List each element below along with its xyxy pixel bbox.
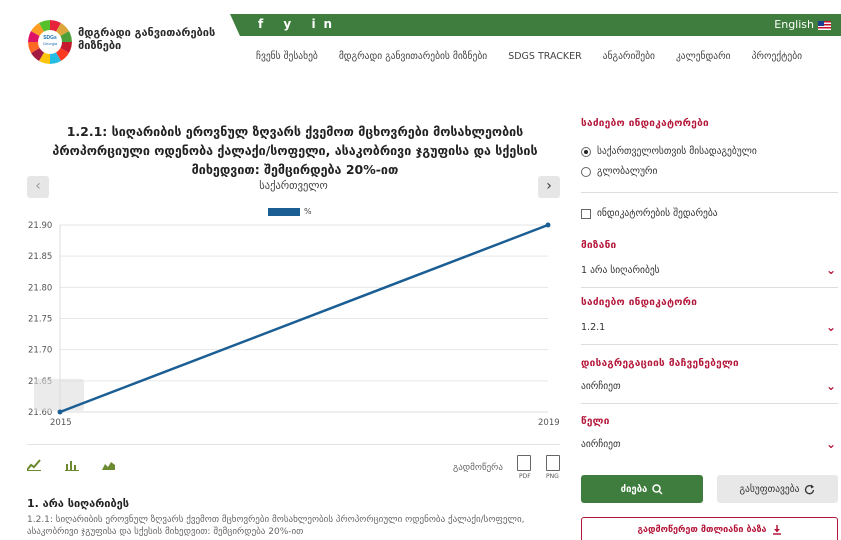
y-tick-label: 21.90 — [28, 221, 52, 231]
indicator-select-value: 1.2.1 — [581, 322, 606, 333]
search-button[interactable]: ძიება — [581, 475, 703, 503]
y-tick-label: 21.80 — [28, 283, 52, 293]
disaggregation-select-value: აირჩიეთ — [581, 381, 621, 392]
download-icon — [772, 525, 781, 535]
disaggregation-select-underline — [581, 403, 838, 404]
disaggregation-heading: დისაგრეგაციის მაჩვენებელი — [581, 358, 739, 369]
chevron-down-icon: ⌄ — [825, 320, 836, 334]
download-button-label: გადმოწერეთ მთლიანი ბაზა — [637, 525, 767, 535]
country-label: საქართველო — [259, 180, 328, 192]
nav-item-about[interactable]: ჩვენს შესახებ — [256, 51, 318, 62]
y-tick-label: 21.75 — [28, 315, 52, 325]
next-country-button[interactable]: › — [538, 176, 560, 198]
pdf-file-icon[interactable] — [517, 455, 531, 471]
org-name-line2: მიზნები — [78, 39, 122, 52]
sdg-logo[interactable]: SDGs Georgia — [28, 20, 72, 64]
png-label: PNG — [546, 473, 559, 480]
search-icon — [652, 483, 663, 495]
chart-divider — [27, 444, 560, 445]
x-tick-label: 2019 — [538, 418, 560, 428]
chevron-down-icon: ⌄ — [825, 437, 836, 451]
chevron-right-icon: › — [546, 178, 552, 194]
line-chart: 21.6021.6521.7021.7521.8021.8521.9020152… — [28, 221, 560, 428]
goal-select-value: 1 არა სიღარიბეს — [581, 265, 660, 276]
y-tick-label: 21.85 — [28, 252, 52, 262]
radio-national[interactable]: საქართველოსთვის მისადაგებული — [581, 146, 757, 157]
search-sidebar: საძიებო ინდიკატორები საქართველოსთვის მის… — [581, 0, 838, 540]
year-select[interactable]: აირჩიეთ ⌄ — [581, 436, 838, 456]
sdg-wheel-icon: SDGs Georgia — [28, 20, 72, 64]
twitter-icon[interactable]: y — [283, 17, 299, 31]
indicator-description: 1.2.1: სიღარიბის ეროვნულ ზღვარს ქვემოთ მ… — [27, 515, 525, 537]
disaggregation-select[interactable]: აირჩიეთ ⌄ — [581, 378, 838, 404]
country-selector: ‹ საქართველო › — [27, 176, 560, 198]
chart-toolbar: გადმოწერა PDF PNG — [27, 455, 560, 485]
goal-select-underline — [581, 287, 838, 288]
radio-global-label: გლობალური — [597, 166, 658, 177]
search-button-label: ძიება — [620, 483, 648, 495]
nav-item-goals[interactable]: მდგრადი განვითარების მიზნები — [339, 51, 487, 62]
goal-select[interactable]: 1 არა სიღარიბეს ⌄ — [581, 262, 838, 288]
area-chart-icon[interactable] — [102, 459, 116, 471]
download-database-button[interactable]: გადმოწერეთ მთლიანი ბაზა — [581, 517, 838, 540]
facebook-icon[interactable]: f — [258, 17, 271, 31]
nav-item-tracker[interactable]: SDGS TRACKER — [508, 51, 582, 62]
reset-icon — [805, 484, 815, 494]
compare-label: ინდიკატორების შედარება — [597, 208, 718, 219]
linkedin-icon[interactable]: in — [311, 17, 340, 31]
compare-checkbox[interactable]: ინდიკატორების შედარება — [581, 208, 718, 219]
social-links: f y in — [258, 17, 340, 31]
indicator-select-underline — [581, 344, 838, 345]
data-point — [57, 409, 63, 415]
indicator-title: 1.2.1: სიღარიბის ეროვნულ ზღვარს ქვემოთ მ… — [52, 124, 538, 177]
export-label: გადმოწერა — [453, 463, 503, 473]
checkbox-icon — [581, 208, 591, 219]
svg-text:Georgia: Georgia — [43, 41, 58, 46]
indicator-heading: საძიებო ინდიკატორი — [581, 297, 698, 308]
x-tick-label: 2015 — [50, 418, 72, 428]
chevron-down-icon: ⌄ — [825, 379, 836, 393]
indicator-select[interactable]: 1.2.1 ⌄ — [581, 319, 838, 345]
line-chart-icon[interactable] — [27, 459, 41, 471]
year-heading: წელი — [581, 416, 610, 427]
radio-global[interactable]: გლობალური — [581, 166, 657, 177]
reset-button-label: გასუფთავება — [739, 483, 800, 495]
data-point — [545, 222, 551, 228]
png-file-icon[interactable] — [546, 455, 560, 471]
org-name[interactable]: მდგრადი განვითარების მიზნები — [78, 26, 215, 52]
goal-heading: მიზანი — [581, 240, 617, 251]
y-tick-label: 21.70 — [28, 346, 52, 356]
year-select-value: აირჩიეთ — [581, 439, 621, 450]
bar-chart-icon[interactable] — [65, 459, 79, 471]
reset-button[interactable]: გასუფთავება — [717, 475, 838, 503]
radio-national-label: საქართველოსთვის მისადაგებული — [597, 146, 757, 157]
sidebar-divider — [581, 192, 838, 193]
radio-checked-icon — [581, 146, 591, 157]
pdf-label: PDF — [519, 473, 531, 480]
search-indicators-heading: საძიებო ინდიკატორები — [581, 118, 709, 129]
goal-subtitle: 1. არა სიღარიბეს — [27, 497, 130, 510]
topbar-notch — [230, 14, 240, 36]
org-name-line1: მდგრადი განვითარების — [78, 26, 216, 39]
chevron-down-icon: ⌄ — [825, 263, 836, 277]
radio-unchecked-icon — [581, 166, 591, 177]
